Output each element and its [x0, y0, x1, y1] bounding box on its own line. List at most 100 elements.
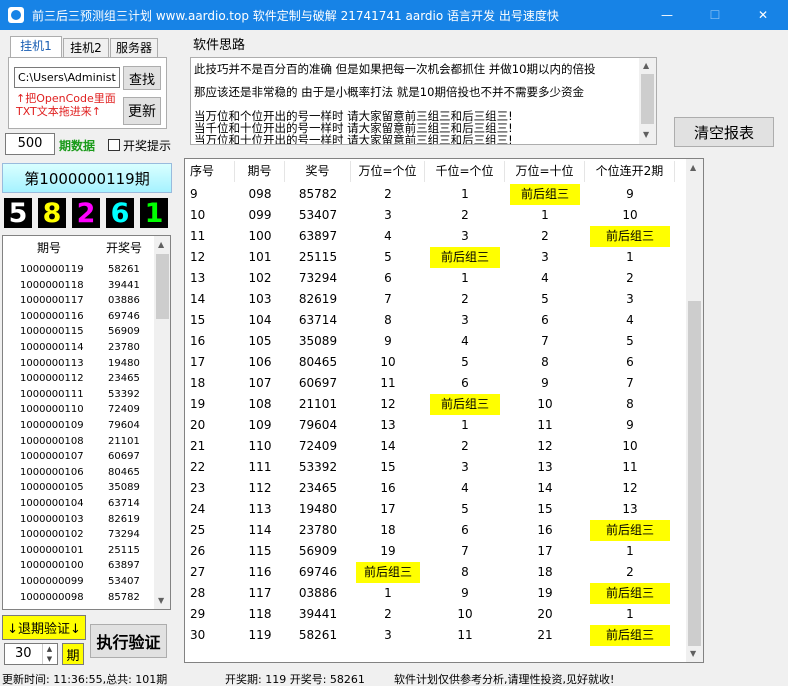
- highlight-cell: 前后组三: [590, 226, 670, 247]
- history-row[interactable]: 1000000098 85782: [3, 591, 153, 607]
- minimize-button[interactable]: —: [644, 0, 690, 30]
- history-row[interactable]: 1000000111 53392: [3, 388, 153, 404]
- path-input[interactable]: C:\Users\Administ: [14, 67, 120, 88]
- results-row[interactable]: 9 098 85782 2 1 前后组三 9: [185, 184, 685, 205]
- results-cell: 2: [626, 271, 634, 285]
- lottery-checkbox[interactable]: [108, 139, 120, 151]
- history-number: 60697: [108, 451, 140, 463]
- results-table[interactable]: 序号 期号 奖号 万位=个位 千位=个位 万位=十位 个位连开2期 9 098 85782 2 1 前…: [184, 158, 704, 663]
- scroll-up-icon[interactable]: ▲: [158, 240, 164, 249]
- results-row[interactable]: 25 114 23780 18 6 16 前后组三: [185, 520, 685, 541]
- notes-scroll-down-icon[interactable]: ▼: [643, 130, 649, 139]
- history-row[interactable]: 1000000119 58261: [3, 263, 153, 279]
- history-row[interactable]: 1000000105 35089: [3, 481, 153, 497]
- history-row[interactable]: 1000000113 19480: [3, 357, 153, 373]
- results-cell: 3: [384, 628, 392, 642]
- results-row[interactable]: 27 116 69746 前后组三 8 18 2: [185, 562, 685, 583]
- history-row[interactable]: 1000000102 73294: [3, 528, 153, 544]
- history-row[interactable]: 1000000110 72409: [3, 403, 153, 419]
- results-row[interactable]: 21 110 72409 14 2 12 10: [185, 436, 685, 457]
- clear-report-button[interactable]: 清空报表: [674, 117, 774, 147]
- results-row[interactable]: 16 105 35089 9 4 7 5: [185, 331, 685, 352]
- header-wan-ge[interactable]: 万位=个位: [351, 161, 425, 182]
- history-row[interactable]: 1000000112 23465: [3, 372, 153, 388]
- results-row[interactable]: 10 099 53407 3 2 1 10: [185, 205, 685, 226]
- history-row[interactable]: 1000000115 56909: [3, 325, 153, 341]
- results-cell: 11: [190, 229, 206, 243]
- results-cell: 2: [626, 565, 634, 579]
- results-row[interactable]: 20 109 79604 13 1 11 9: [185, 415, 685, 436]
- history-scroll-thumb[interactable]: [156, 254, 169, 319]
- notes-scroll-up-icon[interactable]: ▲: [643, 61, 649, 70]
- backtest-button[interactable]: ↓退期验证↓: [2, 615, 86, 640]
- history-row[interactable]: 1000000104 63714: [3, 497, 153, 513]
- results-row[interactable]: 13 102 73294 6 1 4 2: [185, 268, 685, 289]
- history-scrollbar[interactable]: ▲ ▼: [154, 236, 170, 609]
- results-row[interactable]: 19 108 21101 12 前后组三 10 8: [185, 394, 685, 415]
- hint-line-1: ↑把OpenCode里面: [16, 92, 116, 105]
- notes-scroll-thumb[interactable]: [641, 74, 654, 124]
- results-row[interactable]: 17 106 80465 10 5 8 6: [185, 352, 685, 373]
- results-row[interactable]: 22 111 53392 15 3 13 11: [185, 457, 685, 478]
- header-qian-ge[interactable]: 千位=个位: [425, 161, 505, 182]
- history-row[interactable]: 1000000107 60697: [3, 450, 153, 466]
- scroll-down-icon[interactable]: ▼: [158, 596, 164, 605]
- count-input[interactable]: 500: [5, 133, 55, 155]
- results-row[interactable]: 28 117 03886 1 9 19 前后组三: [185, 583, 685, 604]
- results-row[interactable]: 30 119 58261 3 11 21 前后组三: [185, 625, 685, 646]
- results-row[interactable]: 12 101 25115 5 前后组三 3 1: [185, 247, 685, 268]
- history-row[interactable]: 1000000100 63897: [3, 559, 153, 575]
- notes-textbox[interactable]: 此技巧并不是百分百的准确 但是如果把每一次机会都抓住 并做10期以内的倍投 那应…: [190, 57, 657, 145]
- history-row[interactable]: 1000000118 39441: [3, 279, 153, 295]
- maximize-button[interactable]: ☐: [692, 0, 738, 30]
- tab-server[interactable]: 服务器: [110, 38, 158, 58]
- update-button[interactable]: 更新: [123, 97, 161, 125]
- header-index[interactable]: 序号: [185, 161, 235, 182]
- history-row[interactable]: 1000000117 03886: [3, 294, 153, 310]
- find-button[interactable]: 查找: [123, 66, 161, 90]
- results-row[interactable]: 18 107 60697 11 6 9 7: [185, 373, 685, 394]
- results-cell: 23: [190, 481, 206, 495]
- results-row[interactable]: 14 103 82619 7 2 5 3: [185, 289, 685, 310]
- results-scroll-thumb[interactable]: [688, 301, 701, 646]
- history-list[interactable]: 期号 开奖号 1000000119 58261 1000000118 39441 100…: [2, 235, 171, 610]
- tab-guaji2[interactable]: 挂机2: [63, 38, 109, 58]
- results-row[interactable]: 24 113 19480 17 5 15 13: [185, 499, 685, 520]
- backtest-stepper[interactable]: ▲ ▼: [42, 644, 56, 664]
- results-cell: 63897: [298, 229, 338, 243]
- results-cell: 2: [461, 292, 469, 306]
- period-button[interactable]: 期: [62, 643, 84, 665]
- results-cell: 112: [248, 481, 272, 495]
- results-cell: 11: [380, 376, 396, 390]
- results-cell: 100: [248, 229, 272, 243]
- history-row[interactable]: 1000000114 23780: [3, 341, 153, 357]
- results-row[interactable]: 29 118 39441 2 10 20 1: [185, 604, 685, 625]
- history-row[interactable]: 1000000116 69746: [3, 310, 153, 326]
- results-scroll-down-icon[interactable]: ▼: [690, 649, 696, 658]
- history-row[interactable]: 1000000101 25115: [3, 544, 153, 560]
- results-cell: 69746: [298, 565, 338, 579]
- tab-guaji1[interactable]: 挂机1: [10, 36, 62, 58]
- header-wan-shi[interactable]: 万位=十位: [505, 161, 585, 182]
- notes-scrollbar[interactable]: ▲ ▼: [639, 58, 656, 144]
- close-button[interactable]: ✕: [740, 0, 786, 30]
- history-row[interactable]: 1000000099 53407: [3, 575, 153, 591]
- results-scrollbar[interactable]: ▲ ▼: [686, 159, 703, 662]
- execute-button[interactable]: 执行验证: [90, 624, 167, 658]
- header-number[interactable]: 奖号: [285, 161, 351, 182]
- backtest-periods-input[interactable]: 30 ▲ ▼: [4, 643, 58, 665]
- header-ge-consecutive[interactable]: 个位连开2期: [585, 161, 675, 182]
- results-row[interactable]: 15 104 63714 8 3 6 4: [185, 310, 685, 331]
- results-row[interactable]: 26 115 56909 19 7 17 1: [185, 541, 685, 562]
- history-row[interactable]: 1000000103 82619: [3, 513, 153, 529]
- history-period: 1000000116: [20, 310, 84, 322]
- results-cell: 6: [461, 376, 469, 390]
- results-row[interactable]: 11 100 63897 4 3 2 前后组三: [185, 226, 685, 247]
- history-row[interactable]: 1000000108 21101: [3, 435, 153, 451]
- history-row[interactable]: 1000000109 79604: [3, 419, 153, 435]
- header-period[interactable]: 期号: [235, 161, 285, 182]
- results-scroll-up-icon[interactable]: ▲: [690, 163, 696, 172]
- results-row[interactable]: 23 112 23465 16 4 14 12: [185, 478, 685, 499]
- history-row[interactable]: 1000000106 80465: [3, 466, 153, 482]
- digit-5: 1: [140, 198, 168, 229]
